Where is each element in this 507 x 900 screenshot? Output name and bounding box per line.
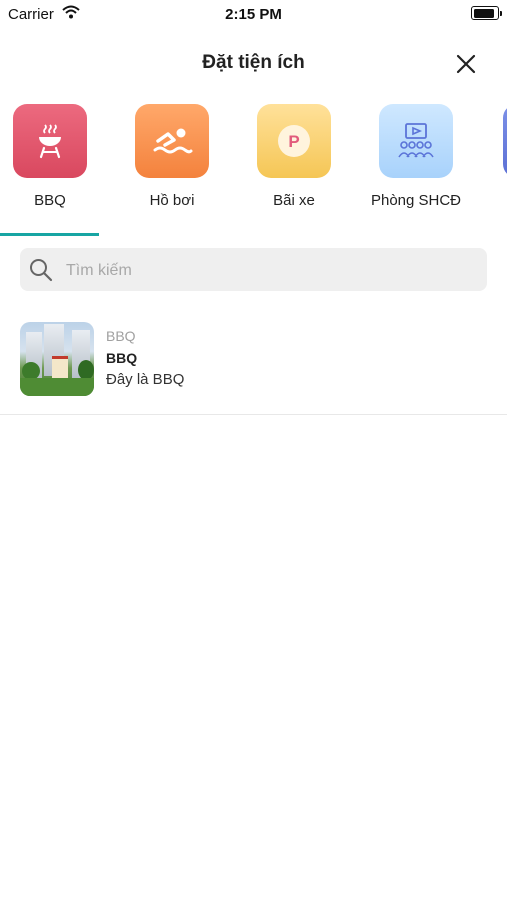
swimmer-icon: [135, 104, 209, 178]
tab-parking[interactable]: P Bãi xe: [239, 100, 349, 220]
tab-community-room[interactable]: Phòng SHCĐ: [361, 100, 471, 220]
facility-name: BBQ: [106, 350, 138, 366]
list-item[interactable]: BBQ BBQ Đây là BBQ: [0, 318, 507, 415]
parking-icon: P: [257, 104, 331, 178]
tab-bbq[interactable]: BBQ: [0, 100, 105, 220]
battery-icon: [471, 6, 502, 20]
meeting-room-icon: [379, 104, 453, 178]
status-time: 2:15 PM: [225, 6, 282, 23]
close-icon: [456, 54, 476, 74]
active-tab-indicator: [0, 233, 99, 236]
search-icon: [28, 257, 54, 288]
category-tabs: BBQ Hồ bơi P Bãi xe Phòng SHCĐ: [0, 100, 507, 240]
facility-thumbnail: [20, 322, 94, 396]
tab-label: BBQ: [34, 192, 66, 209]
facility-description: Đây là BBQ: [106, 371, 185, 388]
grill-icon: [13, 104, 87, 178]
tab-more[interactable]: [466, 100, 507, 220]
search-input[interactable]: [64, 248, 478, 293]
tab-label: Bãi xe: [273, 192, 315, 209]
tab-pool[interactable]: Hồ bơi: [117, 100, 227, 220]
tab-label: Phòng SHCĐ: [370, 192, 462, 209]
search-bar: [20, 248, 487, 293]
close-button[interactable]: [452, 50, 480, 78]
more-category-icon: [503, 104, 507, 178]
svg-text:P: P: [288, 132, 299, 151]
status-bar: Carrier 2:15 PM: [0, 0, 507, 28]
facility-type: BBQ: [106, 328, 136, 344]
tab-label: Hồ bơi: [149, 192, 195, 209]
page-title: Đặt tiện ích: [202, 52, 305, 73]
